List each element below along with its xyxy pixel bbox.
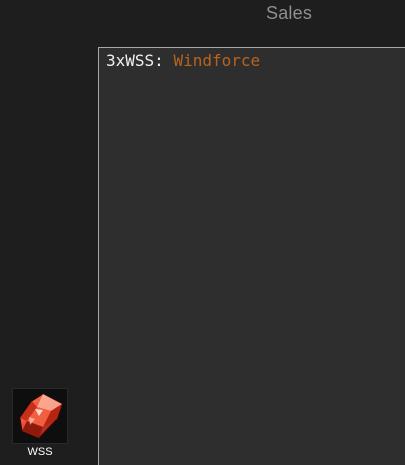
sale-entry[interactable]: 3xWSS: Windforce xyxy=(106,51,260,71)
page-title: Sales xyxy=(266,3,313,23)
sales-panel: 3xWSS: Windforce xyxy=(98,47,405,465)
sale-quantity-label: 3xWSS: xyxy=(106,51,174,70)
worldstone-shard-icon xyxy=(19,393,63,439)
item-slot-label: WSS xyxy=(27,446,53,458)
item-slot-wss[interactable] xyxy=(12,388,68,444)
sale-item-name: Windforce xyxy=(173,51,261,70)
